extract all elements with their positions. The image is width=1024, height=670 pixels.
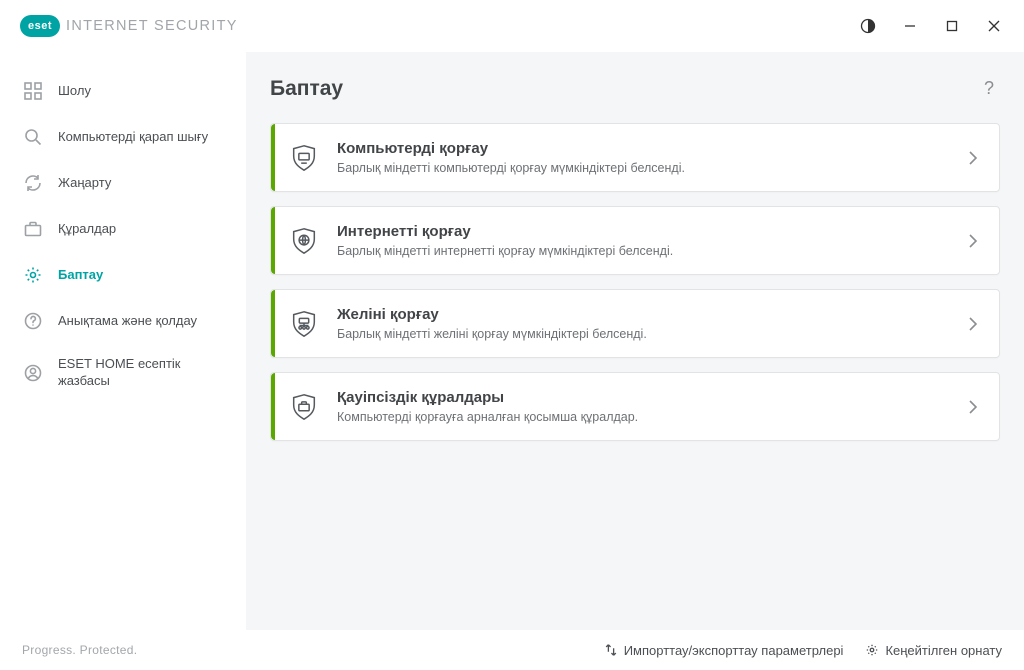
search-icon [22, 126, 44, 148]
window-maximize[interactable] [932, 9, 972, 43]
shield-briefcase-icon [271, 392, 337, 422]
window-controls [848, 9, 1014, 43]
advanced-setup-link[interactable]: Кеңейтілген орнату [865, 643, 1002, 658]
sidebar-item-label: Жаңарту [58, 175, 228, 192]
shield-globe-icon [271, 226, 337, 256]
card-body: Компьютерді қорғау Барлық міндетті компь… [337, 140, 955, 175]
card-body: Қауіпсіздік құралдары Компьютерді қорғау… [337, 389, 955, 424]
chevron-right-icon [955, 149, 979, 167]
contrast-toggle[interactable] [848, 9, 888, 43]
footer-actions: Импорттау/экспорттау параметрлері Кеңейт… [604, 643, 1002, 658]
close-icon [988, 20, 1000, 32]
page-title: Баптау [270, 77, 343, 101]
window-minimize[interactable] [890, 9, 930, 43]
card-title: Компьютерді қорғау [337, 140, 955, 157]
footer-tagline: Progress. Protected. [22, 643, 137, 657]
sidebar-item-tools[interactable]: Құралдар [0, 206, 246, 252]
sidebar-item-label: Құралдар [58, 221, 228, 238]
import-export-icon [604, 643, 618, 657]
card-desc: Компьютерді қорғауға арналған қосымша құ… [337, 410, 955, 424]
refresh-icon [22, 172, 44, 194]
sidebar-item-label: ESET HOME есептік жазбасы [58, 356, 228, 390]
contrast-icon [860, 18, 876, 34]
brand: eset INTERNET SECURITY [20, 15, 238, 37]
help-icon [22, 310, 44, 332]
sidebar-item-overview[interactable]: Шолу [0, 68, 246, 114]
card-title: Интернетті қорғау [337, 223, 955, 240]
sidebar-item-account[interactable]: ESET HOME есептік жазбасы [0, 344, 246, 402]
briefcase-icon [22, 218, 44, 240]
sidebar-item-scan[interactable]: Компьютерді қарап шығу [0, 114, 246, 160]
window-close[interactable] [974, 9, 1014, 43]
sidebar-item-label: Анықтама және қолдау [58, 313, 228, 330]
overview-icon [22, 80, 44, 102]
chevron-right-icon [955, 315, 979, 333]
sidebar-item-label: Компьютерді қарап шығу [58, 129, 228, 146]
import-export-link[interactable]: Импорттау/экспорттау параметрлері [604, 643, 844, 658]
footer: Progress. Protected. Импорттау/экспортта… [0, 630, 1024, 670]
card-desc: Барлық міндетті компьютерді қорғау мүмкі… [337, 161, 955, 175]
chevron-right-icon [955, 232, 979, 250]
sidebar-item-label: Шолу [58, 83, 228, 100]
card-body: Интернетті қорғау Барлық міндетті интерн… [337, 223, 955, 258]
shield-monitor-icon [271, 143, 337, 173]
setup-cards: Компьютерді қорғау Барлық міндетті компь… [270, 123, 1000, 441]
card-title: Желіні қорғау [337, 306, 955, 323]
sidebar-item-help[interactable]: Анықтама және қолдау [0, 298, 246, 344]
card-computer-protection[interactable]: Компьютерді қорғау Барлық міндетті компь… [270, 123, 1000, 192]
chevron-right-icon [955, 398, 979, 416]
brand-logo: eset [20, 15, 60, 37]
sidebar-item-setup[interactable]: Баптау [0, 252, 246, 298]
card-network-protection[interactable]: Желіні қорғау Барлық міндетті желіні қор… [270, 289, 1000, 358]
help-button[interactable]: ? [978, 74, 1000, 103]
card-title: Қауіпсіздік құралдары [337, 389, 955, 406]
card-body: Желіні қорғау Барлық міндетті желіні қор… [337, 306, 955, 341]
titlebar: eset INTERNET SECURITY [0, 0, 1024, 52]
product-name: INTERNET SECURITY [66, 18, 238, 34]
card-desc: Барлық міндетті желіні қорғау мүмкіндікт… [337, 327, 955, 341]
main: Баптау ? Компьютерді қорғау Барлық мінде… [246, 52, 1024, 630]
card-internet-protection[interactable]: Интернетті қорғау Барлық міндетті интерн… [270, 206, 1000, 275]
body: Шолу Компьютерді қарап шығу Жаңарту [0, 52, 1024, 630]
gear-small-icon [865, 643, 879, 657]
shield-network-icon [271, 309, 337, 339]
user-icon [22, 362, 44, 384]
card-security-tools[interactable]: Қауіпсіздік құралдары Компьютерді қорғау… [270, 372, 1000, 441]
sidebar-item-update[interactable]: Жаңарту [0, 160, 246, 206]
minimize-icon [904, 20, 916, 32]
advanced-setup-label: Кеңейтілген орнату [885, 643, 1002, 658]
card-desc: Барлық міндетті интернетті қорғау мүмкін… [337, 244, 955, 258]
sidebar-item-label: Баптау [58, 267, 228, 284]
import-export-label: Импорттау/экспорттау параметрлері [624, 643, 844, 658]
gear-icon [22, 264, 44, 286]
main-header: Баптау ? [270, 74, 1000, 103]
question-icon: ? [984, 78, 994, 98]
maximize-icon [946, 20, 958, 32]
sidebar: Шолу Компьютерді қарап шығу Жаңарту [0, 52, 246, 630]
